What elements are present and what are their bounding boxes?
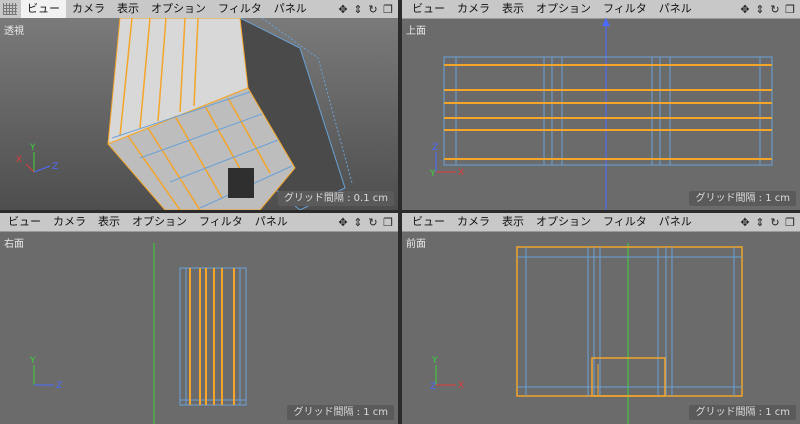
maximize-icon[interactable]: ❐: [381, 2, 395, 16]
menu-camera[interactable]: カメラ: [47, 213, 92, 231]
axis-label-z: Z: [56, 381, 62, 391]
move-icon[interactable]: ✥: [738, 215, 752, 229]
axis-label-y: Y: [431, 356, 438, 366]
maximize-icon[interactable]: ❐: [783, 215, 797, 229]
rotate-icon[interactable]: ↻: [768, 215, 782, 229]
menu-camera[interactable]: カメラ: [451, 0, 496, 18]
menu-display[interactable]: 表示: [496, 0, 530, 18]
menu-panel[interactable]: パネル: [653, 213, 698, 231]
menu-display[interactable]: 表示: [92, 213, 126, 231]
viewport-label: 上面: [406, 26, 426, 37]
move-icon[interactable]: ✥: [738, 2, 752, 16]
menu-panel[interactable]: パネル: [249, 213, 294, 231]
axis-label-y: Y: [29, 356, 36, 366]
move-icon[interactable]: ✥: [336, 215, 350, 229]
menu-panel[interactable]: パネル: [653, 0, 698, 18]
menu-camera[interactable]: カメラ: [66, 0, 111, 18]
front-scene[interactable]: Y X Z: [402, 231, 800, 424]
viewport-grid: ビュー カメラ 表示 オプション フィルタ パネル ✥ ⇕ ↻ ❐ Y Z X …: [0, 0, 800, 424]
viewport-menubar: ビュー カメラ 表示 オプション フィルタ パネル ✥ ⇕ ↻ ❐: [0, 213, 398, 232]
maximize-icon[interactable]: ❐: [381, 215, 395, 229]
menu-options[interactable]: オプション: [126, 213, 193, 231]
viewport-front[interactable]: ビュー カメラ 表示 オプション フィルタ パネル ✥ ⇕ ↻ ❐ Y X Z …: [402, 213, 800, 424]
menu-view[interactable]: ビュー: [21, 0, 66, 18]
panel-grip-icon[interactable]: [3, 3, 17, 15]
grid-spacing-readout: グリッド間隔 : 1 cm: [287, 405, 394, 420]
top-scene[interactable]: Z X Y: [402, 18, 800, 210]
viewport-menubar: ビュー カメラ 表示 オプション フィルタ パネル ✥ ⇕ ↻ ❐: [402, 0, 800, 19]
menu-panel[interactable]: パネル: [268, 0, 313, 18]
zoom-icon[interactable]: ⇕: [753, 215, 767, 229]
menu-view[interactable]: ビュー: [406, 213, 451, 231]
zoom-icon[interactable]: ⇕: [753, 2, 767, 16]
grid-spacing-readout: グリッド間隔 : 0.1 cm: [277, 191, 394, 206]
axis-label-x: X: [458, 168, 464, 178]
menu-options[interactable]: オプション: [145, 0, 212, 18]
rotate-icon[interactable]: ↻: [366, 2, 380, 16]
rotate-icon[interactable]: ↻: [768, 2, 782, 16]
zoom-icon[interactable]: ⇕: [351, 2, 365, 16]
axis-gizmo: Y X Z: [430, 356, 464, 392]
menu-camera[interactable]: カメラ: [451, 213, 496, 231]
axis-label-z: Z: [52, 162, 58, 172]
axis-label-x: X: [16, 155, 22, 165]
viewport-menubar: ビュー カメラ 表示 オプション フィルタ パネル ✥ ⇕ ↻ ❐: [0, 0, 398, 19]
viewport-label: 透視: [4, 26, 24, 37]
menu-options[interactable]: オプション: [530, 213, 597, 231]
maximize-icon[interactable]: ❐: [783, 2, 797, 16]
move-icon[interactable]: ✥: [336, 2, 350, 16]
menu-view[interactable]: ビュー: [406, 0, 451, 18]
menu-filter[interactable]: フィルタ: [193, 213, 249, 231]
viewport-label: 右面: [4, 239, 24, 250]
viewport-top[interactable]: ビュー カメラ 表示 オプション フィルタ パネル ✥ ⇕ ↻ ❐ Z X Y …: [402, 0, 800, 210]
menu-display[interactable]: 表示: [111, 0, 145, 18]
perspective-scene[interactable]: Y Z X: [0, 18, 398, 210]
viewport-label: 前面: [406, 239, 426, 250]
axis-gizmo: Y Z: [29, 356, 62, 391]
axis-label-y: Y: [429, 169, 436, 179]
viewport-right[interactable]: ビュー カメラ 表示 オプション フィルタ パネル ✥ ⇕ ↻ ❐ Y Z 右面…: [0, 213, 398, 424]
menu-filter[interactable]: フィルタ: [212, 0, 268, 18]
menu-filter[interactable]: フィルタ: [597, 0, 653, 18]
grid-spacing-readout: グリッド間隔 : 1 cm: [689, 191, 796, 206]
grid-spacing-readout: グリッド間隔 : 1 cm: [689, 405, 796, 420]
axis-label-y: Y: [29, 143, 36, 153]
axis-gizmo: Z X Y: [429, 143, 464, 179]
zoom-icon[interactable]: ⇕: [351, 215, 365, 229]
right-scene[interactable]: Y Z: [0, 231, 398, 424]
menu-display[interactable]: 表示: [496, 213, 530, 231]
viewport-menubar: ビュー カメラ 表示 オプション フィルタ パネル ✥ ⇕ ↻ ❐: [402, 213, 800, 232]
axis-label-z: Z: [430, 382, 436, 392]
viewport-perspective[interactable]: ビュー カメラ 表示 オプション フィルタ パネル ✥ ⇕ ↻ ❐ Y Z X …: [0, 0, 398, 210]
axis-label-x: X: [458, 381, 464, 391]
menu-options[interactable]: オプション: [530, 0, 597, 18]
rotate-icon[interactable]: ↻: [366, 215, 380, 229]
menu-view[interactable]: ビュー: [2, 213, 47, 231]
menu-filter[interactable]: フィルタ: [597, 213, 653, 231]
axis-label-z: Z: [432, 143, 438, 153]
